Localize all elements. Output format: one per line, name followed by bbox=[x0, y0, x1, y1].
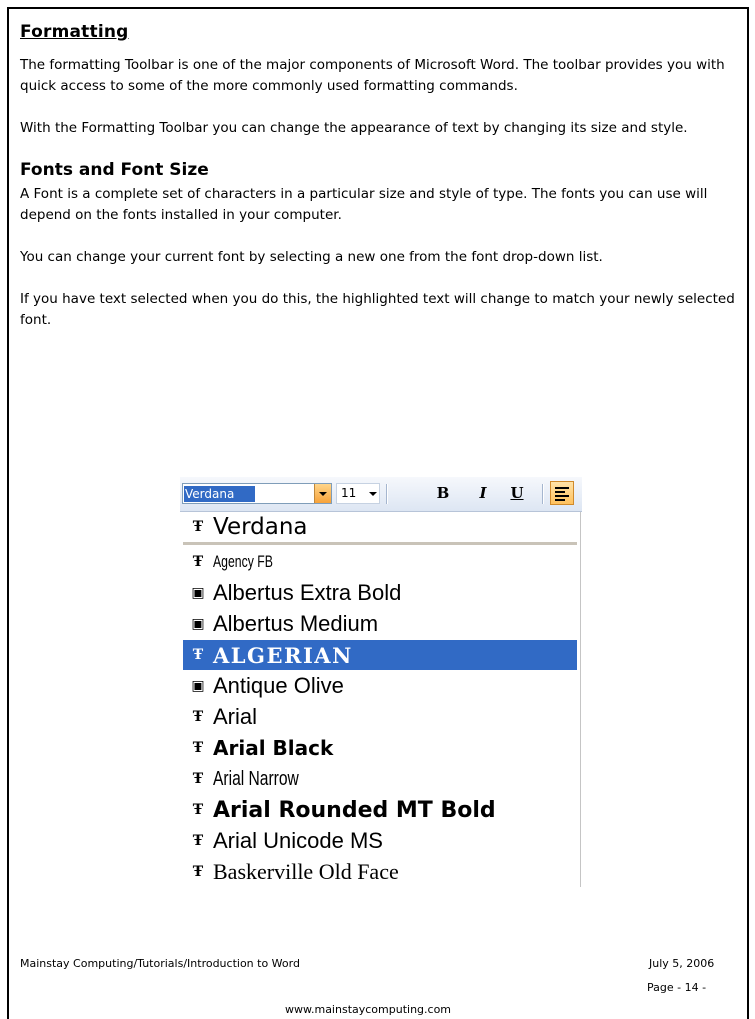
font-list-item-verdana[interactable]: Ŧ Verdana bbox=[183, 512, 577, 542]
truetype-icon: Ŧ bbox=[192, 709, 204, 725]
font-size-value: 11 bbox=[341, 486, 357, 500]
truetype-icon: Ŧ bbox=[192, 554, 204, 570]
truetype-icon: Ŧ bbox=[192, 519, 204, 535]
font-item-label: Arial Black bbox=[213, 736, 334, 760]
font-list-item-arial-rounded-mt-bold[interactable]: Ŧ Arial Rounded MT Bold bbox=[183, 795, 577, 825]
paragraph: A Font is a complete set of characters i… bbox=[20, 186, 708, 223]
footer-url: www.mainstaycomputing.com bbox=[285, 1003, 452, 1016]
font-dropdown-button[interactable] bbox=[314, 484, 331, 503]
footer-page-number: Page - 14 - bbox=[647, 981, 707, 994]
font-item-label: Arial bbox=[213, 704, 258, 729]
printer-font-icon: ▣ bbox=[191, 585, 205, 601]
recent-fonts-separator bbox=[183, 542, 577, 546]
font-item-label: Verdana bbox=[213, 514, 308, 540]
footer-date: July 5, 2006 bbox=[649, 957, 715, 970]
font-list-item-algerian[interactable]: Ŧ ALGERIAN bbox=[183, 640, 577, 670]
italic-button[interactable]: I bbox=[472, 483, 494, 504]
font-item-label: Arial Rounded MT Bold bbox=[213, 797, 496, 823]
truetype-icon: Ŧ bbox=[192, 864, 204, 880]
paragraph: The formatting Toolbar is one of the maj… bbox=[20, 57, 725, 94]
font-item-label: Albertus Medium bbox=[213, 611, 379, 636]
font-list-item-arial-narrow[interactable]: Ŧ Arial Narrow bbox=[183, 764, 577, 794]
printer-font-icon: ▣ bbox=[191, 616, 205, 632]
font-item-label: Arial Narrow bbox=[213, 767, 299, 790]
truetype-icon: Ŧ bbox=[192, 802, 204, 818]
paragraph: If you have text selected when you do th… bbox=[20, 291, 735, 328]
font-list-item-arial-black[interactable]: Ŧ Arial Black bbox=[183, 733, 577, 763]
font-item-label: Baskerville Old Face bbox=[213, 859, 399, 884]
footer-path: Mainstay Computing/Tutorials/Introductio… bbox=[20, 957, 300, 970]
font-list-item-albertus-medium[interactable]: ▣ Albertus Medium bbox=[183, 609, 577, 639]
toolbar-separator bbox=[542, 484, 544, 504]
font-picker-screenshot: Verdana 11 B I U Ŧ Verdana Ŧ Agency FB ▣… bbox=[180, 477, 582, 887]
section-heading-formatting: Formatting bbox=[20, 22, 129, 42]
document-body: Formatting The formatting Toolbar is one… bbox=[20, 22, 740, 352]
font-list-item-arial-unicode-ms[interactable]: Ŧ Arial Unicode MS bbox=[183, 826, 577, 856]
font-size-combo[interactable]: 11 bbox=[336, 483, 380, 504]
font-list-item-albertus-extra-bold[interactable]: ▣ Albertus Extra Bold bbox=[183, 578, 577, 608]
font-item-label: Agency FB bbox=[213, 552, 273, 571]
printer-font-icon: ▣ bbox=[191, 678, 205, 694]
font-name-value: Verdana bbox=[184, 486, 255, 502]
font-item-label: Arial Unicode MS bbox=[213, 828, 383, 853]
formatting-toolbar: Verdana 11 B I U bbox=[180, 477, 582, 512]
font-dropdown-list: Ŧ Verdana Ŧ Agency FB ▣ Albertus Extra B… bbox=[180, 512, 581, 887]
section-heading-fonts: Fonts and Font Size bbox=[20, 160, 209, 180]
font-list-item-arial[interactable]: Ŧ Arial bbox=[183, 702, 577, 732]
font-item-label: ALGERIAN bbox=[213, 642, 353, 668]
truetype-icon: Ŧ bbox=[192, 833, 204, 849]
bold-button[interactable]: B bbox=[432, 483, 454, 504]
font-name-combo[interactable]: Verdana bbox=[182, 483, 332, 504]
font-list-item-baskerville-old-face[interactable]: Ŧ Baskerville Old Face bbox=[183, 857, 577, 887]
toolbar-separator bbox=[386, 484, 388, 504]
truetype-icon: Ŧ bbox=[192, 740, 204, 756]
truetype-icon: Ŧ bbox=[192, 771, 204, 787]
chevron-down-icon[interactable] bbox=[365, 484, 379, 503]
truetype-icon: Ŧ bbox=[192, 647, 204, 663]
font-list-item-agency-fb[interactable]: Ŧ Agency FB bbox=[183, 547, 577, 577]
paragraph: With the Formatting Toolbar you can chan… bbox=[20, 120, 688, 136]
font-item-label: Antique Olive bbox=[213, 673, 344, 698]
align-left-icon[interactable] bbox=[550, 481, 574, 505]
paragraph: You can change your current font by sele… bbox=[20, 249, 603, 265]
underline-button[interactable]: U bbox=[506, 483, 528, 504]
font-item-label: Albertus Extra Bold bbox=[213, 580, 402, 605]
font-list-item-antique-olive[interactable]: ▣ Antique Olive bbox=[183, 671, 577, 701]
